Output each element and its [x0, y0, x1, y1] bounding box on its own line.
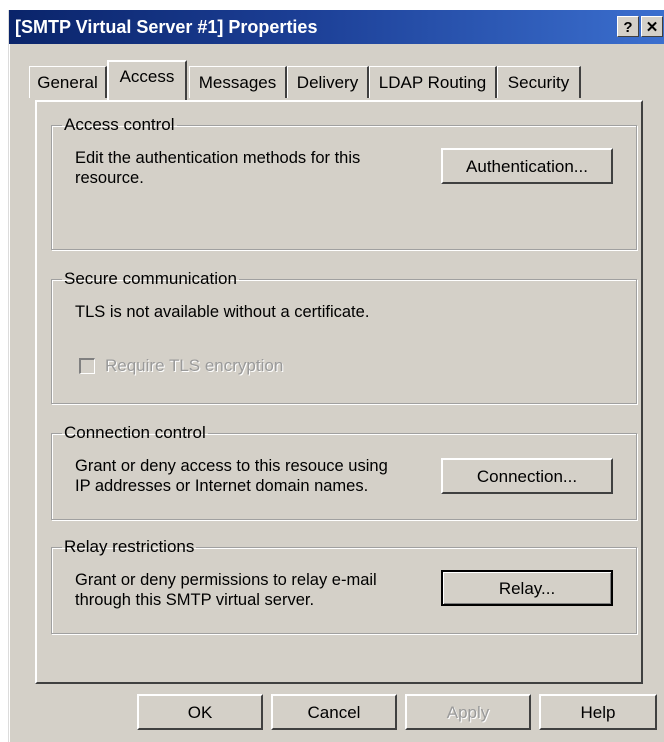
- connection-control-legend: Connection control: [64, 423, 206, 442]
- access-control-description: Edit the authentication methods for this…: [75, 148, 360, 188]
- authentication-button[interactable]: Authentication...: [441, 148, 613, 184]
- title-bar[interactable]: [SMTP Virtual Server #1] Properties ? ✕: [9, 10, 664, 44]
- help-title-button[interactable]: ?: [617, 16, 639, 37]
- access-control-legend: Access control: [64, 115, 175, 134]
- relay-restrictions-desc-line2: through this SMTP virtual server.: [75, 591, 315, 609]
- ok-button[interactable]: OK: [137, 694, 263, 730]
- require-tls-checkbox[interactable]: [79, 358, 95, 374]
- connection-control-desc-line1: Grant or deny access to this resouce usi…: [75, 457, 388, 475]
- relay-restrictions-legend: Relay restrictions: [64, 537, 195, 556]
- tab-messages[interactable]: Messages: [189, 66, 287, 98]
- apply-button[interactable]: Apply: [405, 694, 531, 730]
- relay-button[interactable]: Relay...: [441, 570, 613, 606]
- tab-delivery[interactable]: Delivery: [287, 66, 369, 98]
- tab-ldap-routing[interactable]: LDAP Routing: [369, 66, 497, 98]
- help-button[interactable]: Help: [539, 694, 657, 730]
- tab-general[interactable]: General: [29, 66, 107, 98]
- window-title: [SMTP Virtual Server #1] Properties: [15, 17, 318, 37]
- secure-communication-group: Secure communication: [51, 270, 637, 404]
- tab-security[interactable]: Security: [497, 66, 581, 98]
- properties-dialog: [SMTP Virtual Server #1] Properties ? ✕ …: [8, 10, 664, 742]
- relay-restrictions-description: Grant or deny permissions to relay e-mai…: [75, 570, 377, 610]
- connection-button[interactable]: Connection...: [441, 458, 613, 494]
- tab-strip: General Access Messages Delivery LDAP Ro…: [9, 56, 664, 104]
- secure-communication-legend: Secure communication: [64, 269, 237, 288]
- close-icon[interactable]: ✕: [641, 16, 663, 37]
- connection-control-desc-line2: IP addresses or Internet domain names.: [75, 477, 369, 495]
- require-tls-label: Require TLS encryption: [105, 356, 284, 375]
- cancel-button[interactable]: Cancel: [271, 694, 397, 730]
- tls-status-text: TLS is not available without a certifica…: [75, 303, 370, 321]
- tab-access[interactable]: Access: [107, 60, 187, 100]
- access-control-desc-line1: Edit the authentication methods for this: [75, 149, 361, 167]
- dialog-button-bar: OK Cancel Apply Help: [9, 676, 664, 742]
- access-control-desc-line2: resource.: [75, 169, 144, 187]
- relay-restrictions-desc-line1: Grant or deny permissions to relay e-mai…: [75, 571, 377, 589]
- connection-control-description: Grant or deny access to this resouce usi…: [75, 456, 388, 496]
